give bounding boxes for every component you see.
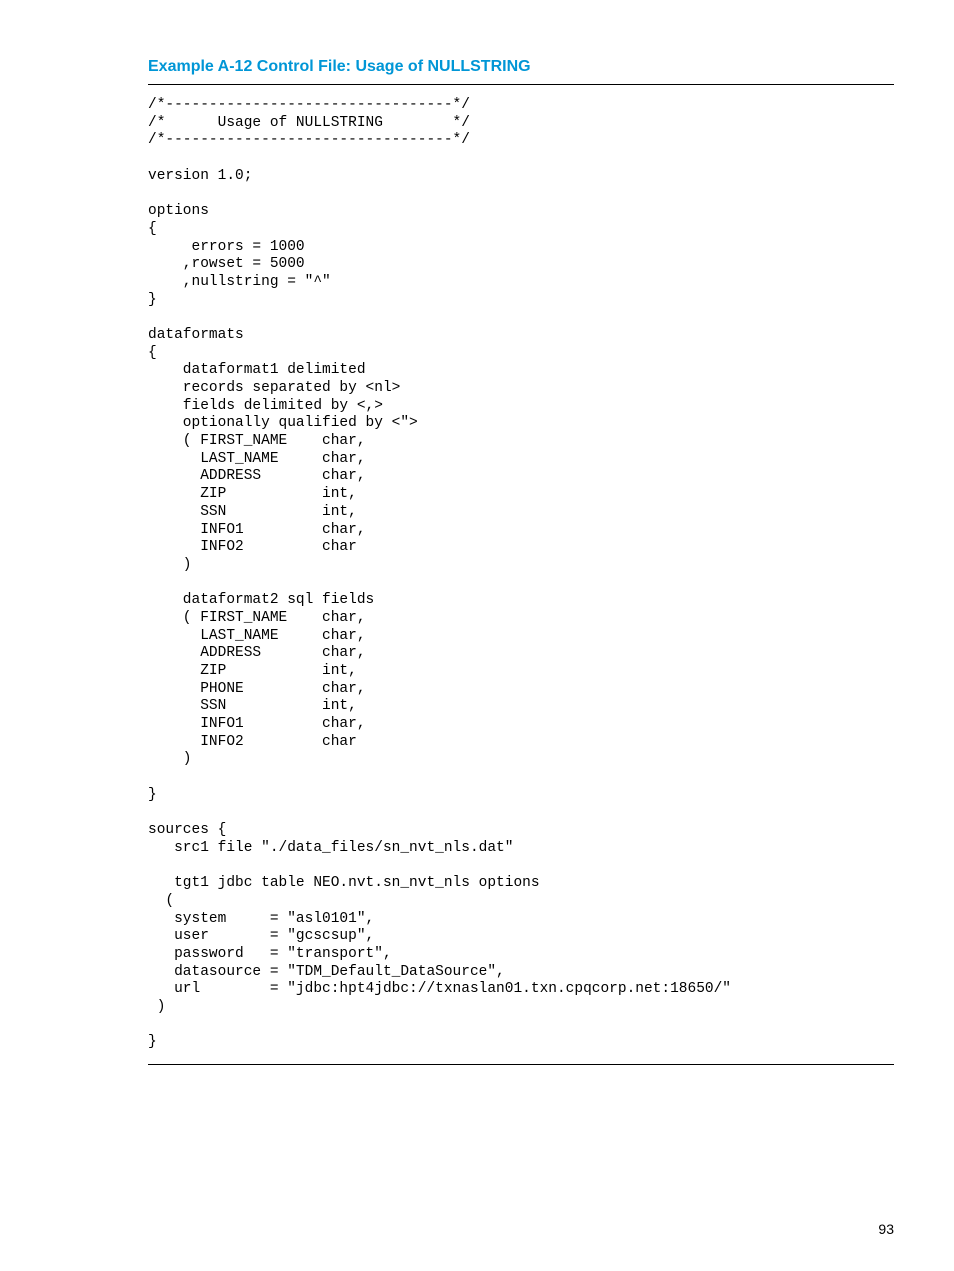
example-title: Example A-12 Control File: Usage of NULL… <box>148 58 894 76</box>
page-number: 93 <box>878 1221 894 1237</box>
code-block: /*---------------------------------*/ /*… <box>148 84 894 1065</box>
